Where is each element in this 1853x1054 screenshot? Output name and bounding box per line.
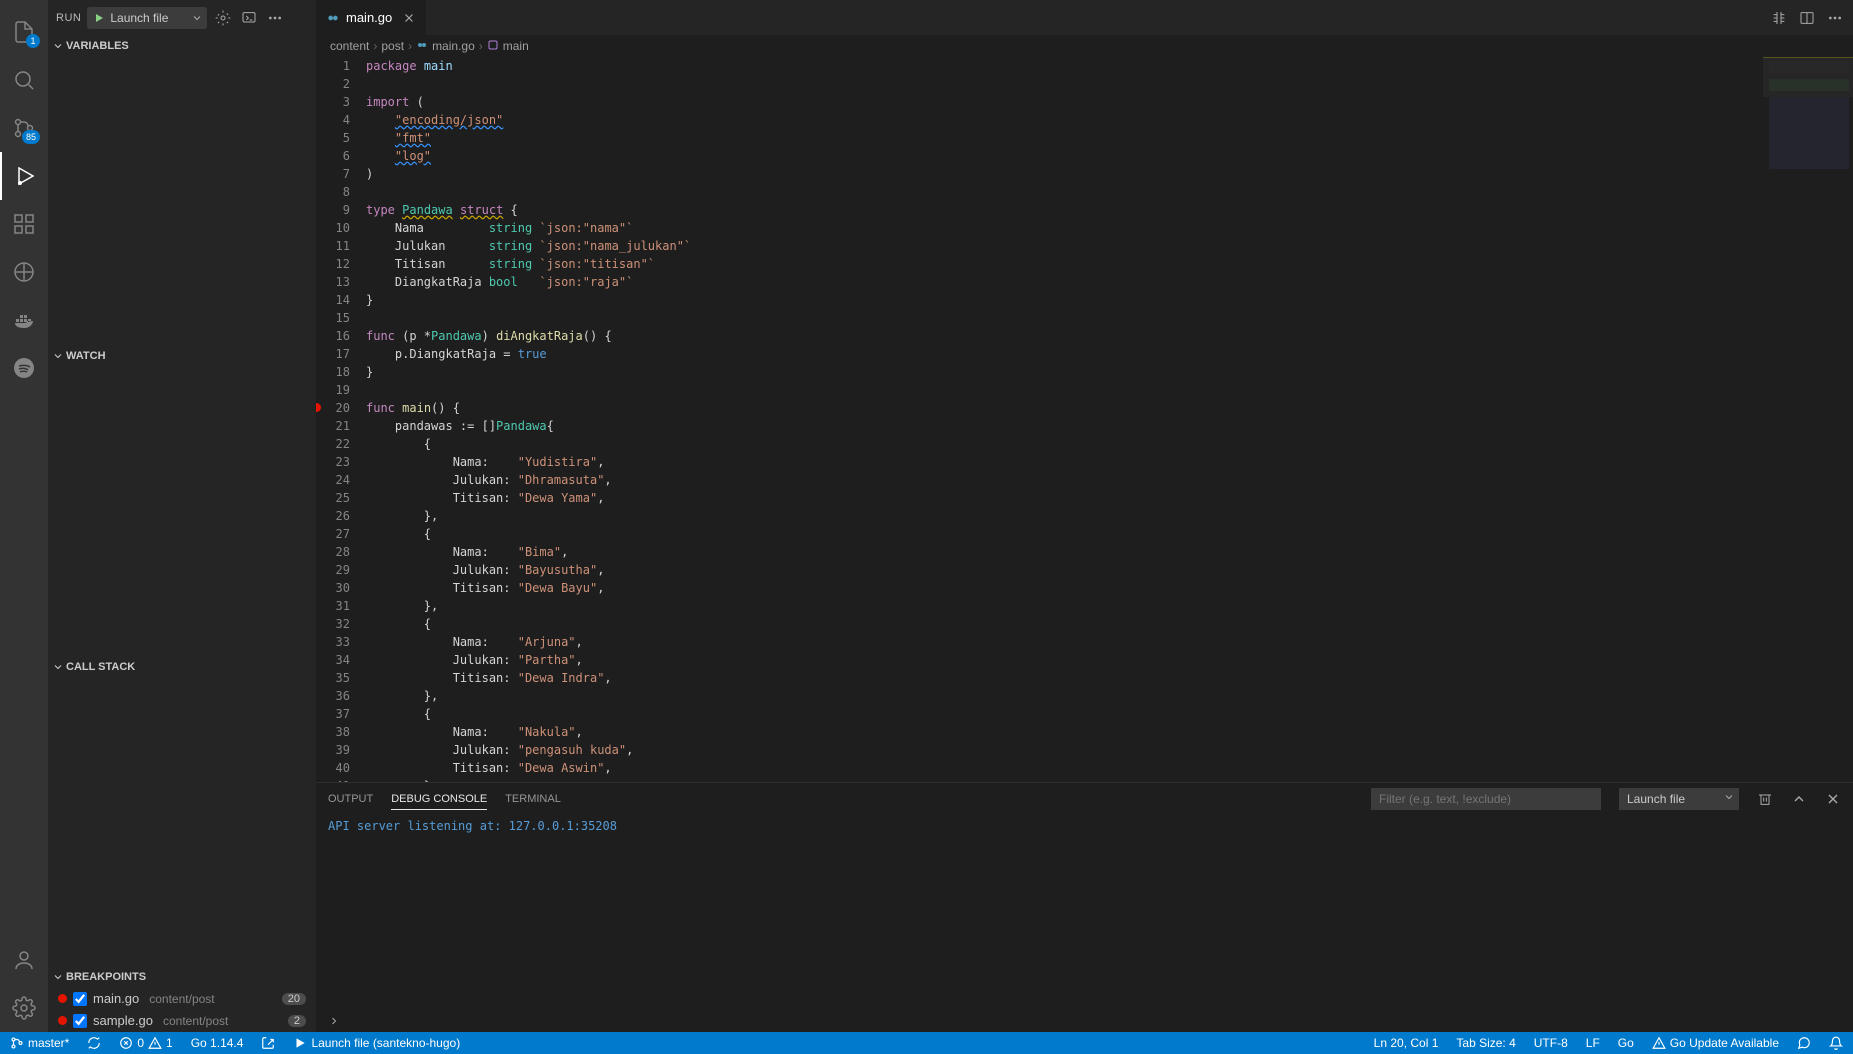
spotify-icon[interactable] — [0, 344, 48, 392]
go-file-icon — [416, 39, 428, 54]
launch-config-select[interactable]: Launch file — [87, 7, 207, 29]
explorer-icon[interactable]: 1 — [0, 8, 48, 56]
settings-gear-icon[interactable] — [0, 984, 48, 1032]
close-icon[interactable] — [402, 11, 416, 25]
split-editor-icon[interactable] — [1799, 10, 1815, 26]
variables-header[interactable]: VARIABLES — [48, 35, 316, 57]
docker-icon[interactable] — [0, 296, 48, 344]
breakpoint-dot-icon — [58, 1016, 67, 1025]
git-branch[interactable]: master* — [6, 1032, 73, 1054]
panel-launch-select[interactable]: Launch file — [1619, 788, 1739, 810]
notifications-icon[interactable] — [1825, 1032, 1847, 1054]
breakpoints-body: main.go content/post 20 sample.go conten… — [48, 988, 316, 1032]
debug-console-icon[interactable] — [239, 8, 259, 28]
symbol-icon — [487, 39, 499, 54]
feedback-icon[interactable] — [1793, 1032, 1815, 1054]
watch-body — [48, 367, 316, 655]
gear-icon[interactable] — [213, 8, 233, 28]
source-control-icon[interactable]: 85 — [0, 104, 48, 152]
analysis-icon[interactable] — [257, 1032, 279, 1054]
breakpoint-checkbox[interactable] — [73, 1014, 87, 1028]
go-update[interactable]: Go Update Available — [1648, 1032, 1783, 1054]
close-icon[interactable] — [1825, 791, 1841, 807]
debug-console-output: API server listening at: 127.0.0.1:35208 — [316, 815, 1853, 1010]
breakpoint-dot-icon — [58, 994, 67, 1003]
debug-sidebar: RUN Launch file VARIABLES — [48, 0, 316, 1032]
go-version[interactable]: Go 1.14.4 — [187, 1032, 248, 1054]
go-file-icon — [326, 11, 340, 25]
encoding[interactable]: UTF-8 — [1530, 1032, 1572, 1054]
eol[interactable]: LF — [1582, 1032, 1604, 1054]
minimap[interactable] — [1763, 57, 1853, 782]
problems[interactable]: 0 1 — [115, 1032, 176, 1054]
breadcrumb[interactable]: content› post› main.go› main — [316, 35, 1853, 57]
tab-output[interactable]: OUTPUT — [328, 789, 373, 809]
breakpoint-checkbox[interactable] — [73, 992, 87, 1006]
scm-badge: 85 — [22, 130, 40, 144]
clear-icon[interactable] — [1757, 791, 1773, 807]
more-icon[interactable] — [1827, 10, 1843, 26]
breakpoint-row[interactable]: main.go content/post 20 — [48, 988, 316, 1010]
breakpoint-row[interactable]: sample.go content/post 2 — [48, 1010, 316, 1032]
extensions-icon[interactable] — [0, 200, 48, 248]
compare-icon[interactable] — [1771, 10, 1787, 26]
search-icon[interactable] — [0, 56, 48, 104]
run-title: RUN — [56, 12, 81, 24]
sync-icon[interactable] — [83, 1032, 105, 1054]
callstack-header[interactable]: CALL STACK — [48, 656, 316, 678]
repl-input[interactable] — [316, 1010, 1853, 1032]
activity-bar: 1 85 — [0, 0, 48, 1032]
explorer-badge: 1 — [26, 34, 40, 48]
callstack-body — [48, 678, 316, 966]
language-mode[interactable]: Go — [1614, 1032, 1638, 1054]
more-icon[interactable] — [265, 8, 285, 28]
chevron-up-icon[interactable] — [1791, 791, 1807, 807]
tab-size[interactable]: Tab Size: 4 — [1452, 1032, 1519, 1054]
tab-debug-console[interactable]: DEBUG CONSOLE — [391, 789, 487, 810]
variables-body — [48, 57, 316, 345]
watch-header[interactable]: WATCH — [48, 345, 316, 367]
tab-main-go[interactable]: main.go — [316, 0, 427, 35]
status-bar: master* 0 1 Go 1.14.4 Launch file (sante… — [0, 1032, 1853, 1054]
editor-area: main.go content› post› main.go› main 123… — [316, 0, 1853, 1032]
debug-status[interactable]: Launch file (santekno-hugo) — [289, 1032, 464, 1054]
breakpoints-header[interactable]: BREAKPOINTS — [48, 966, 316, 988]
cursor-position[interactable]: Ln 20, Col 1 — [1370, 1032, 1443, 1054]
account-icon[interactable] — [0, 936, 48, 984]
run-debug-icon[interactable] — [0, 152, 48, 200]
bottom-panel: OUTPUT DEBUG CONSOLE TERMINAL Launch fil… — [316, 782, 1853, 1032]
filter-input[interactable] — [1371, 788, 1601, 810]
tab-bar: main.go — [316, 0, 1853, 35]
tab-terminal[interactable]: TERMINAL — [505, 789, 561, 809]
code-editor[interactable]: 1234567891011121314151617181920212223242… — [316, 57, 1853, 782]
remote-icon[interactable] — [0, 248, 48, 296]
